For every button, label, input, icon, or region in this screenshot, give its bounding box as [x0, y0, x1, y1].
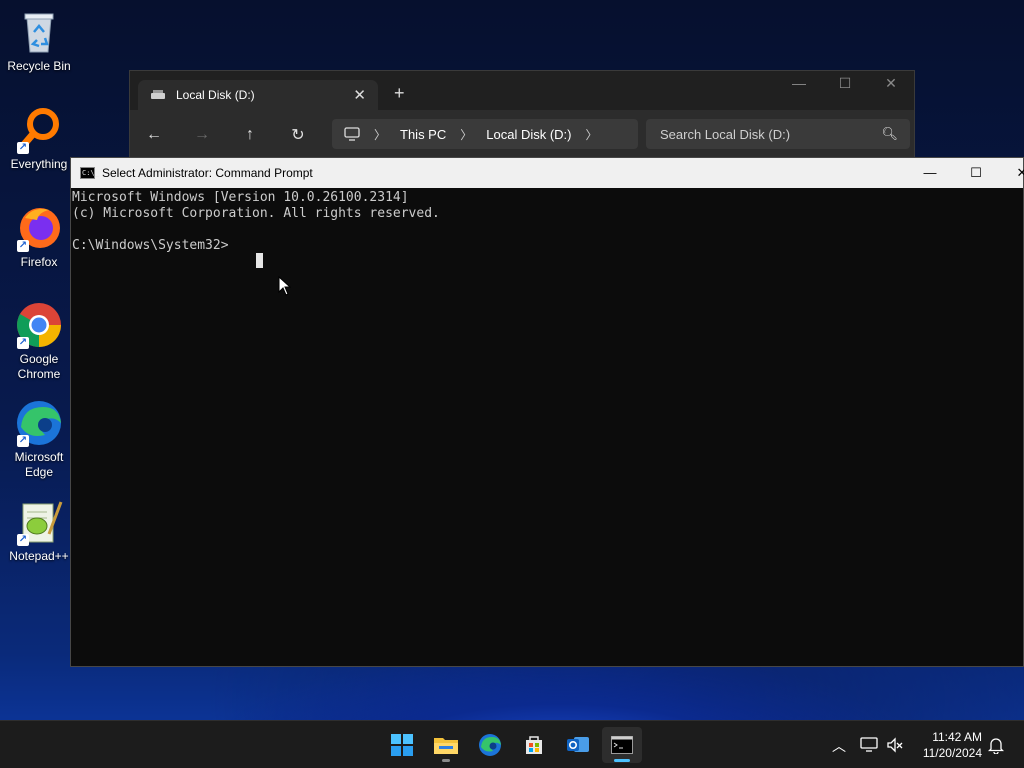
desktop-icon-label: Google Chrome — [17, 352, 61, 381]
desktop-icon-firefox[interactable]: ↗ Firefox — [4, 204, 74, 270]
back-arrow-icon[interactable]: ← — [130, 126, 178, 144]
refresh-icon[interactable]: ↻ — [274, 125, 322, 145]
recycle-bin-icon — [15, 8, 63, 56]
taskbar-edge[interactable] — [470, 727, 510, 763]
breadcrumb-local-disk[interactable]: Local Disk (D:) — [486, 127, 571, 142]
command-prompt-window: C:\_ Select Administrator: Command Promp… — [70, 157, 1024, 667]
cmd-window-title: Select Administrator: Command Prompt — [102, 166, 313, 180]
shortcut-arrow-icon: ↗ — [17, 240, 29, 252]
clock-date: 11/20/2024 — [922, 746, 982, 760]
up-arrow-icon[interactable]: ↑ — [226, 126, 274, 144]
shortcut-arrow-icon: ↗ — [17, 337, 29, 349]
clock-time: 11:42 AM — [932, 730, 982, 744]
chevron-right-icon: 〉 — [460, 127, 473, 142]
cmd-title-bar[interactable]: C:\_ Select Administrator: Command Promp… — [71, 158, 1024, 188]
explorer-navigation-bar: ← → ↑ ↻ 〉 This PC 〉 Local Disk (D:) 〉 Se… — [130, 110, 914, 160]
console-line: Microsoft Windows [Version 10.0.26100.23… — [72, 190, 409, 205]
outlook-icon — [567, 737, 589, 752]
shortcut-arrow-icon: ↗ — [17, 534, 29, 546]
desktop-icon-google-chrome[interactable]: ↗ Google Chrome — [4, 301, 74, 382]
minimize-icon[interactable]: — — [776, 75, 822, 92]
address-bar[interactable]: 〉 This PC 〉 Local Disk (D:) 〉 — [332, 119, 638, 149]
shortcut-arrow-icon: ↗ — [17, 435, 29, 447]
taskbar: ︿ 11:42 AM 11/20/2024 — [0, 720, 1024, 768]
explorer-tab-title: Local Disk (D:) — [176, 88, 255, 102]
firefox-icon: ↗ — [15, 204, 63, 252]
chrome-icon: ↗ — [15, 301, 63, 349]
notification-bell-icon[interactable] — [988, 737, 1004, 754]
forward-arrow-icon[interactable]: → — [178, 126, 226, 144]
notepad-plus-plus-icon: ↗ — [15, 498, 63, 546]
minimize-icon[interactable]: — — [907, 158, 953, 188]
edge-icon: ↗ — [15, 399, 63, 447]
start-button[interactable] — [382, 727, 422, 763]
chevron-right-icon[interactable]: 〉 — [586, 126, 598, 143]
network-icon[interactable] — [860, 737, 878, 753]
chevron-up-icon[interactable]: ︿ — [832, 736, 846, 756]
taskbar-file-explorer[interactable] — [426, 727, 466, 763]
chevron-right-icon: 〉 — [374, 127, 387, 142]
text-cursor — [256, 253, 263, 268]
console-line: ​ — [72, 222, 1022, 238]
console-output[interactable]: Microsoft Windows [Version 10.0.26100.23… — [71, 188, 1023, 256]
windows-logo-icon — [391, 734, 413, 756]
drive-icon — [151, 90, 165, 99]
taskbar-clock[interactable]: 11:42 AM 11/20/2024 — [923, 729, 982, 761]
desktop-icon-microsoft-edge[interactable]: ↗ Microsoft Edge — [4, 399, 74, 480]
store-icon — [526, 736, 542, 754]
desktop-icon-notepad-plus-plus[interactable]: ↗ Notepad++ — [4, 498, 74, 564]
everything-search-icon: ↗ — [15, 106, 63, 154]
desktop-icon-label: Microsoft Edge — [14, 450, 64, 479]
desktop-icon-label: Firefox — [20, 255, 58, 269]
taskbar-outlook[interactable] — [558, 727, 598, 763]
desktop-icon-label: Everything — [10, 157, 68, 171]
taskbar-command-prompt[interactable] — [602, 727, 642, 763]
monitor-icon — [344, 127, 360, 141]
new-tab-button[interactable]: + — [394, 83, 405, 104]
running-indicator — [614, 759, 630, 762]
tab-close-icon[interactable]: ✕ — [353, 86, 366, 104]
explorer-tab[interactable]: Local Disk (D:) ✕ — [138, 80, 378, 110]
maximize-icon[interactable]: ☐ — [822, 75, 868, 92]
file-explorer-window: Local Disk (D:) ✕ + — ☐ ✕ ← → ↑ ↻ 〉 This… — [129, 70, 915, 162]
cmd-window-controls: — ☐ ✕ — [907, 158, 1024, 188]
search-input[interactable]: Search Local Disk (D:) 🔍︎ — [646, 119, 910, 149]
command-prompt-icon: C:\_ — [80, 167, 99, 179]
breadcrumb-this-pc[interactable]: This PC — [400, 127, 446, 142]
shortcut-arrow-icon: ↗ — [17, 142, 29, 154]
maximize-icon[interactable]: ☐ — [953, 158, 999, 188]
mouse-pointer-icon — [278, 276, 292, 296]
command-prompt-icon — [611, 736, 633, 754]
search-icon: 🔍︎ — [881, 126, 898, 141]
desktop-icon-label: Recycle Bin — [7, 59, 71, 73]
speaker-muted-icon[interactable] — [886, 737, 904, 753]
console-prompt: C:\Windows\System32> — [72, 238, 229, 253]
desktop-icon-recycle-bin[interactable]: Recycle Bin — [4, 8, 74, 74]
running-indicator — [442, 759, 450, 762]
desktop-icon-everything[interactable]: ↗ Everything — [4, 106, 74, 172]
close-icon[interactable]: ✕ — [999, 158, 1024, 188]
taskbar-microsoft-store[interactable] — [514, 727, 554, 763]
desktop-icon-label: Notepad++ — [9, 549, 69, 563]
console-line: (c) Microsoft Corporation. All rights re… — [72, 206, 440, 221]
folder-icon — [434, 738, 458, 754]
close-icon[interactable]: ✕ — [868, 75, 914, 92]
explorer-window-controls: — ☐ ✕ — [776, 75, 914, 92]
search-placeholder: Search Local Disk (D:) — [660, 126, 791, 142]
edge-icon — [479, 734, 501, 756]
